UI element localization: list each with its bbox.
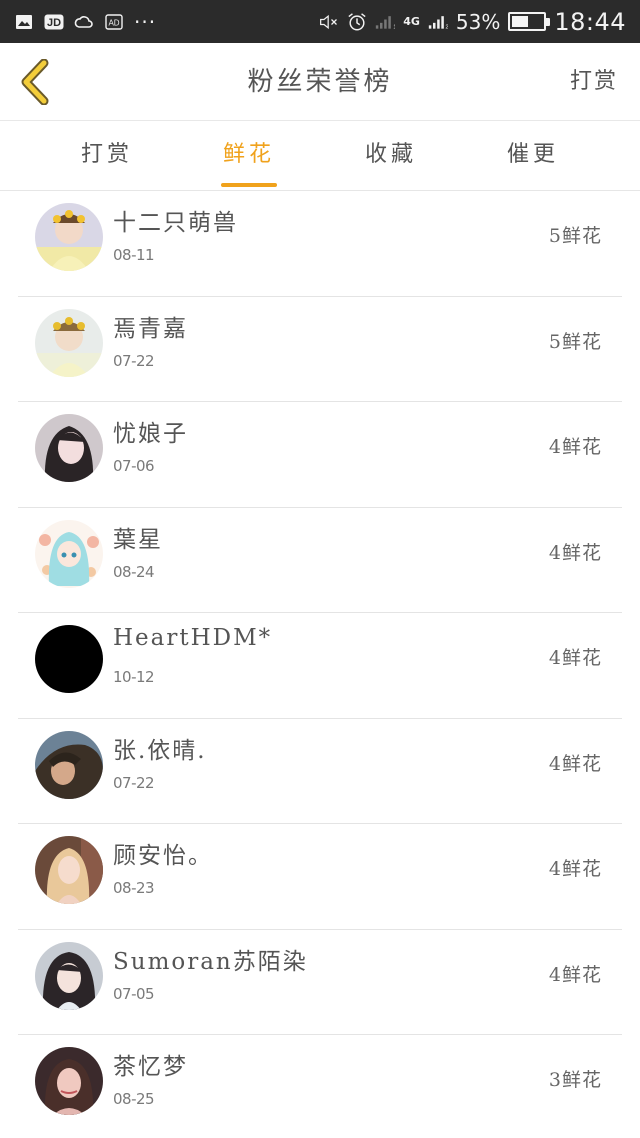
- list-item[interactable]: 焉青嘉 07-22 5鲜花: [18, 297, 622, 402]
- svg-text:AD: AD: [108, 18, 119, 27]
- tab-reward[interactable]: 打赏: [52, 121, 162, 191]
- fan-date: 07-05: [113, 984, 155, 1003]
- ad-icon: AD: [104, 13, 124, 31]
- fan-ranking-list: 十二只萌兽 08-11 5鲜花 焉青嘉 07-22 5鲜花 忧娘子 07-06 …: [18, 191, 622, 1138]
- tab-label: 催更: [506, 142, 559, 167]
- avatar[interactable]: [35, 625, 103, 693]
- signal-2-icon: 2: [428, 13, 448, 31]
- app-header: 粉丝荣誉榜 打赏: [0, 43, 640, 121]
- fan-date: 10-12: [113, 668, 155, 686]
- flower-count: 4鲜花: [548, 436, 602, 458]
- app-icon: JD: [44, 13, 64, 31]
- fan-date: 07-06: [113, 457, 155, 475]
- battery-icon: [508, 12, 551, 31]
- fan-date: 08-25: [113, 1090, 155, 1108]
- fan-name: 茶忆梦: [113, 1054, 188, 1080]
- avatar[interactable]: [35, 1047, 103, 1115]
- image-icon: [14, 13, 34, 31]
- list-item[interactable]: 顾安怡。 08-23 4鲜花: [18, 824, 622, 930]
- status-right-icons: 1 4G 2 53% 18:44: [319, 0, 626, 43]
- fan-date: 07-22: [113, 773, 155, 792]
- tab-label: 收藏: [364, 142, 417, 167]
- svg-text:1: 1: [394, 24, 396, 30]
- mute-icon: [319, 13, 339, 31]
- signal-1-icon: 1: [375, 13, 395, 31]
- more-notifications: ···: [134, 9, 157, 34]
- flower-count: 4鲜花: [548, 647, 602, 669]
- svg-text:JD: JD: [47, 17, 61, 29]
- tab-label: 打赏: [80, 142, 133, 167]
- battery-level: [512, 16, 529, 27]
- avatar[interactable]: [35, 414, 103, 482]
- tab-favorites[interactable]: 收藏: [336, 121, 446, 191]
- status-bar: JD AD ··· 1 4G 2 53% 18:44: [0, 0, 640, 43]
- fan-name: 葉星: [113, 526, 163, 553]
- avatar[interactable]: [35, 730, 103, 799]
- fan-date: 08-23: [113, 879, 155, 897]
- list-item[interactable]: 十二只萌兽 08-11 5鲜花: [18, 191, 622, 297]
- list-item[interactable]: 张.依晴. 07-22 4鲜花: [18, 719, 622, 824]
- avatar[interactable]: [35, 203, 103, 271]
- flower-count: 5鲜花: [548, 330, 602, 353]
- flower-count: 4鲜花: [548, 752, 602, 775]
- avatar[interactable]: [35, 519, 103, 588]
- list-item[interactable]: Sumoran苏陌染 07-05 4鲜花: [18, 930, 622, 1035]
- alarm-icon: [347, 12, 367, 31]
- battery-percent: 53%: [455, 9, 501, 34]
- avatar[interactable]: [35, 308, 103, 377]
- fan-name: Sumoran苏陌染: [113, 948, 308, 975]
- fan-name: HeartHDM*: [113, 625, 273, 651]
- fan-date: 07-22: [113, 351, 155, 370]
- fan-name: 焉青嘉: [113, 315, 188, 342]
- fan-date: 08-24: [113, 562, 155, 581]
- tab-flowers[interactable]: 鲜花: [194, 121, 304, 191]
- tab-label: 鲜花: [222, 142, 275, 167]
- flower-count: 3鲜花: [548, 1069, 602, 1091]
- fan-date: 08-11: [113, 246, 155, 264]
- clock: 18:44: [554, 7, 626, 36]
- flower-count: 5鲜花: [548, 225, 602, 247]
- page-title: 粉丝荣誉榜: [247, 67, 393, 97]
- flower-count: 4鲜花: [548, 541, 602, 564]
- network-type: 4G: [403, 15, 420, 28]
- tab-urge-update[interactable]: 催更: [478, 121, 588, 191]
- tab-bar: 打赏 鲜花 收藏 催更: [0, 121, 640, 191]
- list-item[interactable]: 茶忆梦 08-25 3鲜花: [18, 1035, 622, 1138]
- fan-name: 顾安怡。: [113, 843, 213, 869]
- active-tab-indicator: [221, 183, 277, 187]
- svg-text:2: 2: [445, 24, 448, 30]
- avatar[interactable]: [35, 836, 103, 904]
- flower-count: 4鲜花: [548, 963, 602, 986]
- status-left-icons: JD AD ···: [14, 0, 156, 43]
- fan-name: 十二只萌兽: [113, 210, 238, 236]
- reward-button[interactable]: 打赏: [570, 43, 618, 121]
- list-item[interactable]: HeartHDM* 10-12 4鲜花: [18, 613, 622, 719]
- weather-icon: [74, 13, 94, 31]
- fan-name: 忧娘子: [113, 421, 188, 447]
- fan-name: 张.依晴.: [113, 737, 207, 764]
- list-item[interactable]: 葉星 08-24 4鲜花: [18, 508, 622, 613]
- flower-count: 4鲜花: [548, 858, 602, 880]
- avatar[interactable]: [35, 941, 103, 1010]
- list-item[interactable]: 忧娘子 07-06 4鲜花: [18, 402, 622, 508]
